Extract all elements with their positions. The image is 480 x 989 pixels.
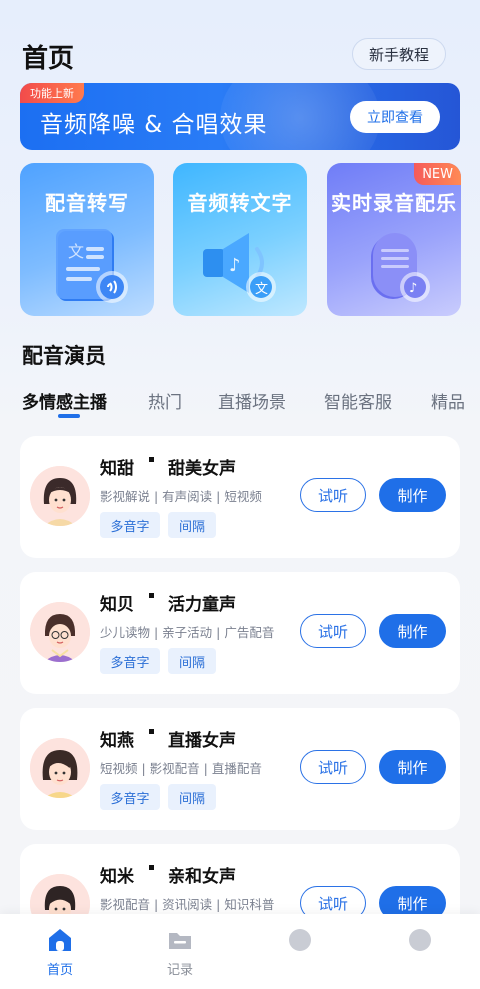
feature-chip-polyphone: 多音字	[100, 784, 160, 810]
svg-text:♪: ♪	[409, 281, 417, 296]
header: 首页 新手教程	[22, 36, 446, 76]
tab-popular[interactable]: 热门	[148, 388, 182, 413]
home-icon	[46, 926, 74, 954]
feature-card-live-recording-music[interactable]: NEW 实时录音配乐 ♪	[327, 163, 461, 316]
voice-tags: 影视配音 | 资讯阅读 | 知识科普	[100, 897, 275, 912]
category-tabs: 多情感主播 热门 直播场景 智能客服 精品	[22, 386, 480, 422]
listen-button[interactable]: 试听	[300, 750, 366, 784]
tab-indicator	[58, 414, 80, 418]
promo-banner[interactable]: 功能上新 音频降噪 & 合唱效果 立即查看	[20, 83, 460, 150]
voice-name: 知米	[100, 867, 134, 887]
voice-tags: 影视解说 | 有声阅读 | 短视频	[100, 489, 262, 504]
folder-icon	[166, 926, 194, 954]
nav-home[interactable]: 首页	[15, 914, 105, 989]
feature-title: 音频转文字	[187, 191, 293, 215]
nav-item-hidden[interactable]	[255, 914, 345, 989]
voice-name: 知燕	[100, 731, 134, 751]
new-badge: NEW	[414, 163, 461, 185]
feature-card-dubbing-transcribe[interactable]: 配音转写 文	[20, 163, 154, 316]
view-now-button[interactable]: 立即查看	[350, 101, 440, 133]
svg-text:文: 文	[68, 242, 84, 261]
voice-type: 甜美女声	[168, 459, 236, 479]
section-title: 配音演员	[22, 344, 106, 368]
voice-tags: 少儿读物 | 亲子活动 | 广告配音	[100, 625, 275, 640]
feature-card-audio-to-text[interactable]: 音频转文字 ♪ 文	[173, 163, 307, 316]
separator-dot	[149, 729, 154, 734]
avatar	[30, 738, 90, 798]
voice-card[interactable]: 知贝 活力童声 少儿读物 | 亲子活动 | 广告配音 多音字 间隔 试听 制作	[20, 572, 460, 694]
bottom-nav: 首页 记录	[0, 914, 480, 989]
microphone-music-icon: ♪	[327, 225, 461, 315]
tab-premium[interactable]: 精品	[431, 388, 465, 413]
feature-chip-polyphone: 多音字	[100, 648, 160, 674]
listen-button[interactable]: 试听	[300, 614, 366, 648]
nav-item-hidden[interactable]	[375, 914, 465, 989]
avatar	[30, 602, 90, 662]
speaker-text-icon: ♪ 文	[173, 225, 307, 315]
feature-chip-polyphone: 多音字	[100, 512, 160, 538]
listen-button[interactable]: 试听	[300, 478, 366, 512]
voice-name: 知贝	[100, 595, 134, 615]
feature-title: 实时录音配乐	[331, 191, 457, 215]
new-feature-badge: 功能上新	[20, 83, 84, 103]
make-button[interactable]: 制作	[379, 614, 446, 648]
feature-chip-interval: 间隔	[168, 784, 216, 810]
svg-text:文: 文	[255, 282, 268, 297]
tutorial-button[interactable]: 新手教程	[352, 38, 446, 70]
voice-tags: 短视频 | 影视配音 | 直播配音	[100, 761, 262, 776]
feature-title: 配音转写	[45, 191, 129, 215]
voice-name: 知甜	[100, 459, 134, 479]
voice-card[interactable]: 知燕 直播女声 短视频 | 影视配音 | 直播配音 多音字 间隔 试听 制作	[20, 708, 460, 830]
profile-icon	[406, 926, 434, 954]
tab-smart-service[interactable]: 智能客服	[324, 388, 392, 413]
feature-chip-interval: 间隔	[168, 648, 216, 674]
avatar	[30, 466, 90, 526]
music-icon	[286, 926, 314, 954]
banner-title: 音频降噪 & 合唱效果	[40, 112, 268, 138]
separator-dot	[149, 593, 154, 598]
make-button[interactable]: 制作	[379, 750, 446, 784]
nav-label: 首页	[46, 963, 73, 978]
separator-dot	[149, 865, 154, 870]
separator-dot	[149, 457, 154, 462]
voice-card[interactable]: 知甜 甜美女声 影视解说 | 有声阅读 | 短视频 多音字 间隔 试听 制作	[20, 436, 460, 558]
feature-chip-interval: 间隔	[168, 512, 216, 538]
nav-records[interactable]: 记录	[135, 914, 225, 989]
tab-live-scene[interactable]: 直播场景	[218, 388, 286, 413]
tab-emotional-host[interactable]: 多情感主播	[22, 388, 107, 413]
voice-type: 直播女声	[168, 731, 236, 751]
document-audio-icon: 文	[20, 225, 154, 315]
svg-text:♪: ♪	[229, 255, 241, 276]
nav-label: 记录	[166, 963, 193, 978]
make-button[interactable]: 制作	[379, 478, 446, 512]
voice-type: 亲和女声	[168, 867, 236, 887]
page-title: 首页	[22, 44, 75, 74]
voice-type: 活力童声	[168, 595, 236, 615]
